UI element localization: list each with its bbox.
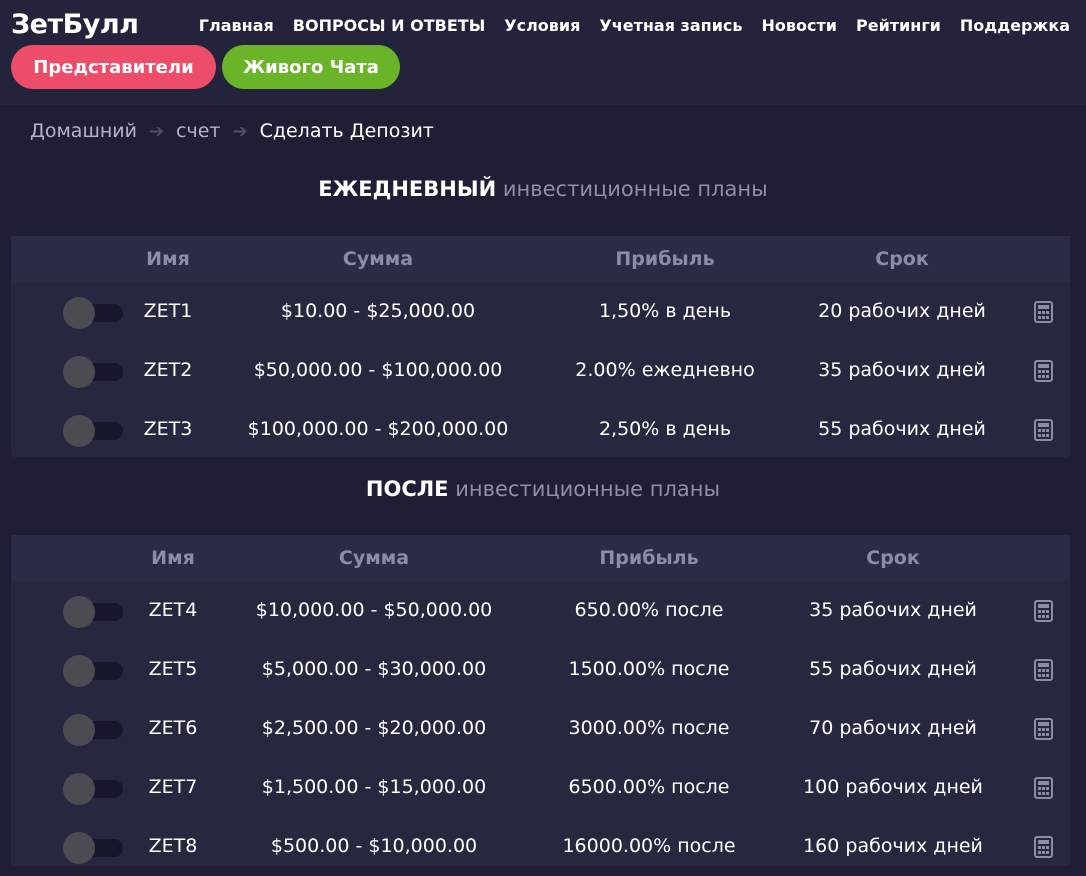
calculator-icon[interactable] [1034, 301, 1053, 323]
plan-amount: $500.00 - $10,000.00 [270, 835, 478, 857]
plan-name: ZET2 [143, 359, 193, 381]
table-row: ZET3 $100,000.00 - $200,000.00 2,50% в д… [11, 400, 1070, 459]
column-amount: Сумма [338, 547, 410, 569]
calculator-icon[interactable] [1034, 718, 1053, 740]
plan-profit: 650.00% после [574, 599, 724, 621]
daily-title-muted: инвестиционные планы [502, 177, 768, 201]
plan-name: ZET4 [148, 599, 198, 621]
plan-toggle[interactable] [63, 596, 123, 628]
plan-profit: 1,50% в день [598, 300, 732, 322]
daily-section-title: ЕЖЕДНЕВНЫЙ инвестиционные планы [0, 177, 1086, 201]
column-amount: Сумма [342, 248, 414, 270]
plan-amount: $10,000.00 - $50,000.00 [255, 599, 493, 621]
plan-toggle[interactable] [63, 714, 123, 746]
after-title-muted: инвестиционные планы [455, 477, 721, 501]
column-name: Имя [151, 547, 195, 569]
calculator-icon[interactable] [1034, 659, 1053, 681]
nav-news[interactable]: Новости [762, 16, 837, 35]
plan-profit: 2.00% ежедневно [575, 359, 755, 381]
column-profit: Прибыль [599, 547, 699, 569]
plan-amount: $5,000.00 - $30,000.00 [261, 658, 487, 680]
plan-name: ZET8 [148, 835, 198, 857]
calculator-icon[interactable] [1034, 836, 1053, 858]
plan-amount: $10.00 - $25,000.00 [280, 300, 476, 322]
table-row: ZET5 $5,000.00 - $30,000.00 1500.00% пос… [11, 640, 1070, 699]
arrow-right-icon: ➔ [232, 120, 248, 142]
table-row: ZET2 $50,000.00 - $100,000.00 2.00% ежед… [11, 341, 1070, 400]
plan-name: ZET3 [143, 418, 193, 440]
plan-toggle[interactable] [63, 297, 123, 329]
plan-toggle[interactable] [63, 773, 123, 805]
plan-profit: 6500.00% после [568, 776, 730, 798]
arrow-right-icon: ➔ [148, 120, 165, 142]
table-header: Имя Сумма Прибыль Срок [11, 236, 1070, 282]
main-nav: Главная ВОПРОСЫ И ОТВЕТЫ Условия Учетная… [180, 16, 1070, 35]
plan-term: 20 рабочих дней [818, 300, 986, 322]
plan-term: 70 рабочих дней [809, 717, 977, 739]
plan-profit: 2,50% в день [598, 418, 732, 440]
nav-support[interactable]: Поддержка [960, 16, 1070, 35]
calculator-icon[interactable] [1034, 360, 1053, 382]
plan-profit: 3000.00% после [568, 717, 730, 739]
plan-term: 55 рабочих дней [809, 658, 977, 680]
site-logo[interactable]: ЗетБулл [11, 9, 139, 40]
plan-term: 35 рабочих дней [809, 599, 977, 621]
daily-title-strong: ЕЖЕДНЕВНЫЙ [318, 177, 497, 201]
table-row: ZET1 $10.00 - $25,000.00 1,50% в день 20… [11, 282, 1070, 341]
column-term: Срок [866, 547, 920, 569]
calculator-icon[interactable] [1034, 419, 1053, 441]
plan-toggle[interactable] [63, 655, 123, 687]
plan-term: 35 рабочих дней [818, 359, 986, 381]
after-plans-table: Имя Сумма Прибыль Срок ZET4 $10,000.00 -… [11, 535, 1070, 866]
table-row: ZET7 $1,500.00 - $15,000.00 6500.00% пос… [11, 758, 1070, 817]
live-chat-button[interactable]: Живого Чата [222, 45, 400, 89]
nav-home[interactable]: Главная [199, 16, 274, 35]
nav-ratings[interactable]: Рейтинги [856, 16, 941, 35]
after-title-strong: ПОСЛЕ [365, 477, 449, 501]
plan-term: 160 рабочих дней [803, 835, 983, 857]
plan-toggle[interactable] [63, 832, 123, 864]
plan-toggle[interactable] [63, 415, 123, 447]
calculator-icon[interactable] [1034, 600, 1053, 622]
plan-term: 55 рабочих дней [818, 418, 986, 440]
site-header: ЗетБулл Главная ВОПРОСЫ И ОТВЕТЫ Условия… [0, 0, 1086, 107]
column-profit: Прибыль [615, 248, 715, 270]
plan-name: ZET1 [143, 300, 193, 322]
breadcrumb-current: Сделать Депозит [259, 120, 434, 142]
column-name: Имя [146, 248, 190, 270]
table-row: ZET8 $500.00 - $10,000.00 16000.00% посл… [11, 817, 1070, 876]
plan-name: ZET7 [148, 776, 198, 798]
plan-amount: $1,500.00 - $15,000.00 [261, 776, 487, 798]
plan-term: 100 рабочих дней [803, 776, 983, 798]
nav-account[interactable]: Учетная запись [599, 16, 742, 35]
after-section-title: ПОСЛЕ инвестиционные планы [0, 477, 1086, 501]
plan-amount: $2,500.00 - $20,000.00 [261, 717, 487, 739]
column-term: Срок [875, 248, 929, 270]
plan-profit: 1500.00% после [568, 658, 730, 680]
daily-plans-table: Имя Сумма Прибыль Срок ZET1 $10.00 - $25… [11, 236, 1070, 457]
plan-amount: $50,000.00 - $100,000.00 [253, 359, 503, 381]
calculator-icon[interactable] [1034, 777, 1053, 799]
representatives-button[interactable]: Представители [11, 45, 216, 89]
breadcrumb: Домашний ➔ счет ➔ Сделать Депозит [30, 120, 434, 142]
plan-toggle[interactable] [63, 356, 123, 388]
breadcrumb-home[interactable]: Домашний [30, 120, 137, 142]
nav-terms[interactable]: Условия [504, 16, 580, 35]
breadcrumb-account[interactable]: счет [176, 120, 220, 142]
table-row: ZET6 $2,500.00 - $20,000.00 3000.00% пос… [11, 699, 1070, 758]
plan-name: ZET6 [148, 717, 198, 739]
table-row: ZET4 $10,000.00 - $50,000.00 650.00% пос… [11, 581, 1070, 640]
nav-faq[interactable]: ВОПРОСЫ И ОТВЕТЫ [293, 16, 486, 35]
plan-profit: 16000.00% после [562, 835, 736, 857]
plan-amount: $100,000.00 - $200,000.00 [247, 418, 509, 440]
table-header: Имя Сумма Прибыль Срок [11, 535, 1070, 581]
plan-name: ZET5 [148, 658, 198, 680]
